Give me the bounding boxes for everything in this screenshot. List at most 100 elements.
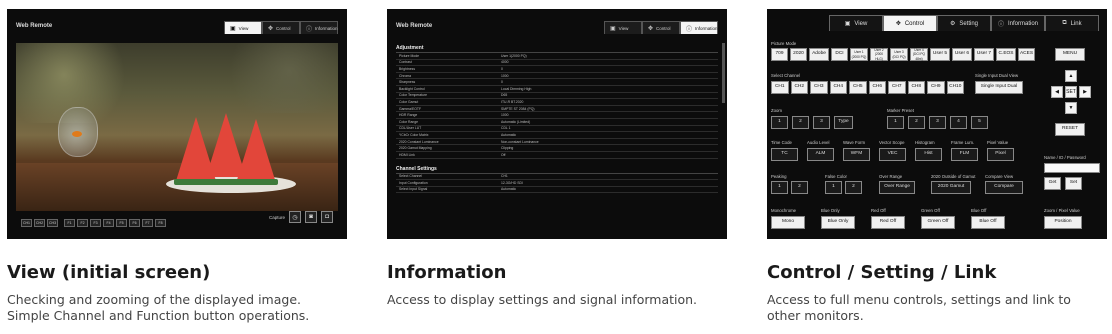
f6-button[interactable]: F6 (129, 219, 141, 227)
channel-button[interactable]: CH2 (790, 81, 808, 94)
scrollbar[interactable] (722, 43, 725, 103)
channel-off-button[interactable]: Mono (771, 216, 805, 229)
tab-information[interactable]: ⓘ Information (300, 21, 338, 34)
position-button[interactable]: Position (1044, 216, 1082, 229)
false-color-1-button[interactable]: 1 (825, 181, 842, 194)
channel-button[interactable]: CH5 (849, 81, 867, 94)
picture-mode-button[interactable]: User 1 (2000 PQ) (850, 48, 868, 61)
tab-view[interactable]: ▣ View (829, 15, 883, 31)
function-button[interactable]: Hist (915, 148, 942, 161)
peaking-2-button[interactable]: 2 (791, 181, 808, 194)
f4-button[interactable]: F4 (103, 219, 115, 227)
false-color-2-button[interactable]: 2 (845, 181, 862, 194)
picture-mode-button[interactable]: 2020 (790, 48, 807, 61)
name-id-password-label: Name / ID / Password (1044, 155, 1086, 160)
function-button[interactable]: WFM (843, 148, 870, 161)
info-value: 12-3G/HD SDI (501, 180, 523, 185)
camera-capture-icon[interactable]: ◘ (321, 211, 333, 223)
picture-mode-button[interactable]: User 4 (DCI PQ 48nt) (910, 48, 928, 61)
channel-button[interactable]: CH10 (946, 81, 964, 94)
channel-off-button[interactable]: Blue Off (971, 216, 1005, 229)
tab-control[interactable]: ✥ Control (883, 15, 937, 31)
ch1-button[interactable]: CH1 (21, 219, 33, 227)
camera-icon[interactable]: ◙ (305, 211, 317, 223)
function-button[interactable]: TC (771, 148, 798, 161)
single-input-dual-button[interactable]: Single Input Dual (975, 81, 1023, 94)
channel-off-button[interactable]: Green Off (921, 216, 955, 229)
over-range-button[interactable]: Over Range (879, 181, 915, 194)
set-name-button[interactable]: Set (1065, 177, 1082, 190)
tab-information[interactable]: ⓘ Information (991, 15, 1045, 31)
function-button-row: CH1 CH2 CH3 F1 F2 F3 F4 F5 F6 F7 F8 (21, 219, 167, 227)
tab-setting[interactable]: ⚙ Setting (937, 15, 991, 31)
zoom-button[interactable]: 3 (813, 116, 830, 129)
picture-mode-button[interactable]: C.EOS (996, 48, 1016, 61)
zoom-button[interactable]: 1 (771, 116, 788, 129)
channel-button[interactable]: CH1 (771, 81, 789, 94)
menu-button[interactable]: MENU (1055, 48, 1085, 61)
channel-button[interactable]: CH9 (927, 81, 945, 94)
channel-off-button[interactable]: Red Off (871, 216, 905, 229)
control-screenshot: ▣ View ✥ Control ⚙ Setting ⓘ Information ⧉ Li… (767, 9, 1107, 239)
control-tabs: ▣ View ✥ Control ⚙ Setting ⓘ Information ⧉ Li… (829, 15, 1099, 31)
reset-button[interactable]: RESET (1055, 123, 1085, 136)
picture-mode-button[interactable]: ACES (1018, 48, 1035, 61)
tab-information[interactable]: ⓘ Information (680, 21, 718, 34)
view-screenshot: Web Remote ▣ View ✥ Control ⓘ Information C… (7, 9, 347, 239)
get-button[interactable]: Get (1044, 177, 1061, 190)
picture-mode-button[interactable]: Adobe (809, 48, 829, 61)
function-button[interactable]: ALM (807, 148, 834, 161)
compare-button[interactable]: Compare (985, 181, 1023, 194)
function-label: Vector Scope (879, 140, 905, 145)
picture-mode-button[interactable]: 709 (771, 48, 788, 61)
function-button[interactable]: Pixel (987, 148, 1014, 161)
tab-control[interactable]: ✥ Control (262, 21, 300, 34)
up-arrow-icon[interactable]: ▲ (1065, 70, 1077, 82)
picture-mode-button[interactable]: DCI (831, 48, 848, 61)
left-arrow-icon[interactable]: ◀ (1051, 86, 1063, 98)
info-value: 1000 (501, 113, 509, 118)
f1-button[interactable]: F1 (64, 219, 76, 227)
tab-link[interactable]: ⧉ Link (1045, 15, 1099, 31)
picture-mode-button[interactable]: User 5 (930, 48, 950, 61)
right-arrow-icon[interactable]: ▶ (1079, 86, 1091, 98)
marker-preset-button[interactable]: 4 (950, 116, 967, 129)
picture-mode-button[interactable]: User 3 (DCI PQ) (890, 48, 908, 61)
f7-button[interactable]: F7 (142, 219, 154, 227)
f5-button[interactable]: F5 (116, 219, 128, 227)
tab-view[interactable]: ▣ View (604, 21, 642, 34)
zoom-button[interactable]: Type (834, 116, 853, 129)
down-arrow-icon[interactable]: ▼ (1065, 102, 1077, 114)
f3-button[interactable]: F3 (90, 219, 102, 227)
picture-mode-button[interactable]: User 2 (2000 HLG) (870, 48, 888, 61)
zoom-button[interactable]: 2 (792, 116, 809, 129)
tab-control[interactable]: ✥ Control (642, 21, 680, 34)
info-row: Select Channel CH1 (396, 174, 718, 181)
marker-preset-button[interactable]: 2 (908, 116, 925, 129)
set-button[interactable]: SET (1065, 86, 1077, 98)
function-button[interactable]: VEC (879, 148, 906, 161)
picture-mode-button[interactable]: User 6 (952, 48, 972, 61)
info-key: 2020 Constant Luminance (399, 139, 439, 144)
function-button[interactable]: FLM (951, 148, 978, 161)
timer-icon[interactable]: ◷ (289, 211, 301, 223)
marker-preset-button[interactable]: 1 (887, 116, 904, 129)
f8-button[interactable]: F8 (155, 219, 167, 227)
picture-mode-button[interactable]: User 7 (974, 48, 994, 61)
f2-button[interactable]: F2 (77, 219, 89, 227)
tab-view[interactable]: ▣ View (224, 21, 262, 34)
ch2-button[interactable]: CH2 (34, 219, 46, 227)
channel-button[interactable]: CH6 (868, 81, 886, 94)
channel-off-button[interactable]: Blue Only (821, 216, 855, 229)
marker-preset-button[interactable]: 5 (971, 116, 988, 129)
preview-image (16, 43, 338, 211)
name-id-password-input[interactable] (1044, 163, 1100, 173)
channel-button[interactable]: CH8 (907, 81, 925, 94)
ch3-button[interactable]: CH3 (47, 219, 59, 227)
peaking-1-button[interactable]: 1 (771, 181, 788, 194)
channel-button[interactable]: CH4 (829, 81, 847, 94)
channel-button[interactable]: CH3 (810, 81, 828, 94)
channel-button[interactable]: CH7 (888, 81, 906, 94)
marker-preset-button[interactable]: 3 (929, 116, 946, 129)
gamut-button[interactable]: 2020 Gamut (931, 181, 971, 194)
